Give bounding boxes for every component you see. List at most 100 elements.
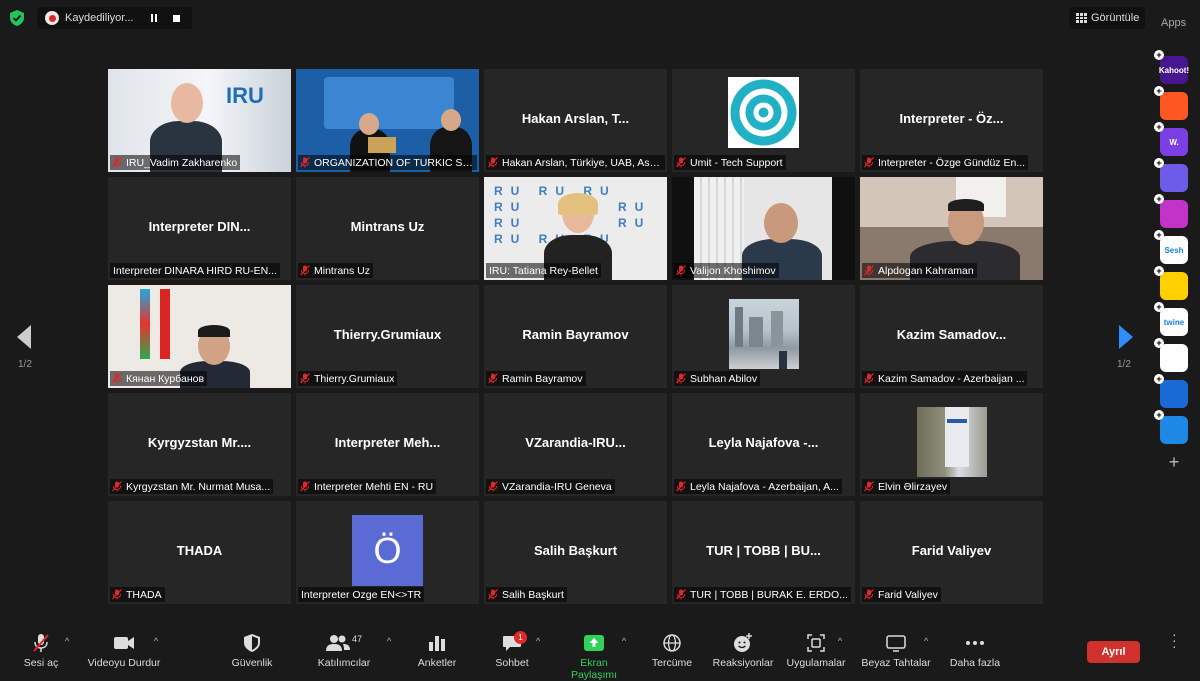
pause-recording-button[interactable] (143, 10, 165, 26)
muted-mic-icon (112, 481, 122, 492)
app-7-icon[interactable]: + (1154, 266, 1188, 300)
stop-video-button[interactable]: Videoyu Durdur (85, 632, 163, 669)
view-label: Görüntüle (1091, 12, 1140, 24)
participant-tile[interactable]: VZarandia-IRU... VZarandia-IRU Geneva (484, 393, 667, 496)
participant-name-label: Alpdogan Kahraman (862, 263, 977, 278)
participant-tile[interactable]: Mintrans Uz Mintrans Uz (296, 177, 479, 280)
participant-tile[interactable]: Farid Valiyev Farid Valiyev (860, 501, 1043, 604)
sesh-app-icon[interactable]: + Sesh (1154, 230, 1188, 264)
reactions-label: Reaksiyonlar (712, 657, 774, 669)
muted-mic-icon (488, 589, 498, 600)
participant-tile[interactable]: Hakan Arslan, T... Hakan Arslan, Türkiye,… (484, 69, 667, 172)
whiteboard-caret-icon[interactable]: ^ (924, 636, 928, 646)
share-caret-icon[interactable]: ^ (622, 636, 626, 646)
participant-name-label: Farid Valiyev (862, 587, 941, 602)
page-indicator-right: 1/2 (1117, 359, 1131, 370)
leave-meeting-button[interactable]: Ayrıl (1087, 641, 1140, 663)
more-button[interactable]: Daha fazla (948, 632, 1002, 669)
muted-mic-icon (864, 481, 874, 492)
whiteboards-button[interactable]: Beyaz Tahtalar (860, 632, 932, 669)
previous-page-arrow-icon[interactable] (17, 325, 31, 349)
audio-options-caret-icon[interactable]: ^ (65, 636, 69, 646)
participants-button[interactable]: 47 Katılımcılar (313, 632, 375, 669)
app-w-icon[interactable]: + W. (1154, 122, 1188, 156)
share-screen-button[interactable]: Ekran Paylaşımı (556, 632, 632, 681)
participant-name-label: Salih Başkurt (486, 587, 567, 602)
participant-tile[interactable]: ORGANIZATION OF TURKIC STATES (296, 69, 479, 172)
share-screen-label: Ekran Paylaşımı (570, 657, 618, 681)
participant-tile[interactable]: Kazim Samadov... Kazim Samadov - Azerbaij… (860, 285, 1043, 388)
participant-name-label: Ramin Bayramov (486, 371, 586, 386)
add-app-plus-icon[interactable]: + (1160, 452, 1188, 472)
security-shield-icon (244, 634, 260, 652)
view-button[interactable]: Görüntüle (1069, 7, 1145, 29)
participant-name: Interpreter - Özge Gündüz En... (878, 156, 1026, 169)
participant-display-name: TUR | TOBB | BU... (706, 543, 821, 558)
participant-tile[interactable]: Kyrgyzstan Mr.... Kyrgyzstan Mr. Nurmat M… (108, 393, 291, 496)
participant-tile[interactable]: Ramin Bayramov Ramin Bayramov (484, 285, 667, 388)
kahoot-app-icon[interactable]: + Kahoot! (1154, 50, 1189, 84)
video-options-caret-icon[interactable]: ^ (154, 636, 158, 646)
participant-name-label: Interpreter Mehti EN - RU (298, 479, 437, 494)
muted-mic-icon (864, 265, 874, 276)
participant-tile[interactable]: Subhan Abilov (672, 285, 855, 388)
apps-caret-icon[interactable]: ^ (838, 636, 842, 646)
polls-button[interactable]: Anketler (414, 632, 460, 669)
next-page-arrow-icon[interactable] (1119, 325, 1133, 349)
participant-name-label: THADA (110, 587, 165, 602)
participant-tile[interactable]: Elvin Əlirzayev (860, 393, 1043, 496)
participant-tile[interactable]: Interpreter - Öz... Interpreter - Özge Gü… (860, 69, 1043, 172)
participant-name: Subhan Abilov (690, 372, 758, 385)
participant-name: TUR | TOBB | BURAK E. ERDO... (690, 588, 848, 601)
add-app-icon: + (1154, 266, 1164, 276)
participant-tile[interactable]: Salih Başkurt Salih Başkurt (484, 501, 667, 604)
muted-mic-icon (112, 373, 122, 384)
participant-tile[interactable]: Thierry.Grumiaux Thierry.Grumiaux (296, 285, 479, 388)
participant-name: IRU: Tatiana Rey-Bellet (489, 264, 598, 277)
stop-recording-button[interactable] (165, 10, 187, 26)
participants-label: Katılımcılar (317, 657, 371, 669)
overflow-menu-icon[interactable]: · · · (1172, 627, 1177, 653)
participant-tile[interactable]: IRU IRU_Vadim Zakharenko (108, 69, 291, 172)
participant-tile[interactable]: THADA THADA (108, 501, 291, 604)
app-5-icon[interactable]: + (1154, 194, 1188, 228)
participant-name: Interpreter DINARA HIRD RU-EN... (113, 264, 277, 277)
participant-tile[interactable]: TUR | TOBB | BU... TUR | TOBB | BURAK E. … (672, 501, 855, 604)
participant-tile[interactable]: Interpreter DIN... Interpreter DINARA HIR… (108, 177, 291, 280)
twine-app-icon[interactable]: + twine (1154, 302, 1188, 336)
participant-display-name: Kazim Samadov... (896, 327, 1007, 342)
participant-name-label: Kazim Samadov - Azerbaijan ... (862, 371, 1028, 386)
participant-name: Кянан Курбанов (126, 372, 205, 385)
participant-tile[interactable]: Alpdogan Kahraman (860, 177, 1043, 280)
shield-icon[interactable] (10, 10, 24, 26)
apps-label[interactable]: Apps (1161, 17, 1186, 29)
participant-name-label: Elvin Əlirzayev (862, 479, 951, 494)
participant-name-label: TUR | TOBB | BURAK E. ERDO... (674, 587, 851, 602)
add-app-icon: + (1154, 86, 1164, 96)
participant-tile[interactable]: Valijon Khoshimov (672, 177, 855, 280)
app-2-icon[interactable]: + (1154, 86, 1188, 120)
meeting-toolbar: Sesi aç ^ Videoyu Durdur ^ Güvenlik 47 K… (0, 622, 1200, 681)
reactions-button[interactable]: Reaksiyonlar (712, 632, 774, 669)
participant-tile[interactable]: Кянан Курбанов (108, 285, 291, 388)
app-4-icon[interactable]: + (1154, 158, 1188, 192)
participant-tile[interactable]: Ö Interpreter Ozge EN<>TR (296, 501, 479, 604)
participant-tile[interactable]: Umit - Tech Support (672, 69, 855, 172)
security-button[interactable]: Güvenlik (228, 632, 276, 669)
app-9-icon[interactable]: + (1154, 338, 1188, 372)
chat-caret-icon[interactable]: ^ (536, 636, 540, 646)
app-10-icon[interactable]: + (1154, 374, 1188, 408)
participant-name: Interpreter Ozge EN<>TR (301, 588, 422, 601)
participant-tile[interactable]: Interpreter Meh... Interpreter Mehti EN -… (296, 393, 479, 496)
muted-mic-icon (112, 157, 122, 168)
participants-caret-icon[interactable]: ^ (387, 636, 391, 646)
participant-tile[interactable]: RU RU RURU RURU RURU RU RUIRU: Tatiana R… (484, 177, 667, 280)
muted-mic-icon (300, 481, 310, 492)
translation-button[interactable]: Tercüme (650, 632, 694, 669)
share-screen-icon (584, 635, 604, 651)
participant-tile[interactable]: Leyla Najafova -... Leyla Najafova - Azer… (672, 393, 855, 496)
app-11-icon[interactable]: + (1154, 410, 1188, 444)
participant-name: Kazim Samadov - Azerbaijan ... (878, 372, 1025, 385)
unmute-button[interactable]: Sesi aç (22, 632, 60, 669)
chat-button[interactable]: 1 Sohbet (492, 631, 532, 669)
